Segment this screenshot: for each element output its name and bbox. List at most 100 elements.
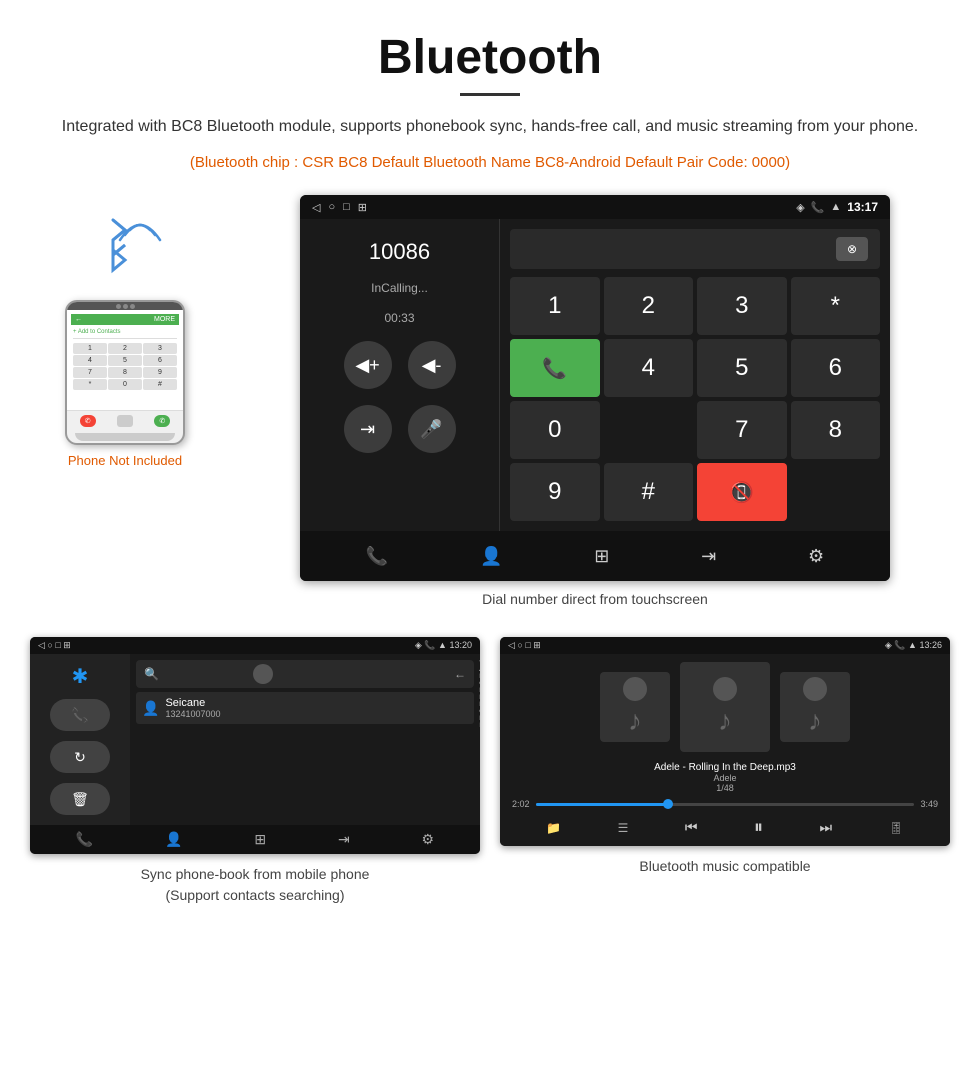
- phone-keypad: 1 2 3 4 5 6 7 8 9 * 0 #: [73, 343, 177, 390]
- phonebook-contact[interactable]: 👤 Seicane 13241007000: [136, 692, 474, 724]
- key-2[interactable]: 2: [604, 277, 694, 335]
- pb-nav-transfer[interactable]: ⇥: [338, 831, 350, 848]
- page-description: Integrated with BC8 Bluetooth module, su…: [60, 114, 920, 140]
- pb-menu-icon: ⊞: [63, 640, 71, 650]
- pb-loc-icon: ◈: [415, 640, 424, 650]
- key-5[interactable]: 5: [697, 339, 787, 397]
- back-arrow-icon: ◁: [312, 201, 320, 214]
- nav-phone-icon[interactable]: 📞: [366, 546, 388, 567]
- phone-bottom-bar: ✆ ✆: [67, 410, 183, 431]
- bluetooth-icon-area: [75, 205, 175, 285]
- music-album-area: ♪ ♪ ♪: [600, 662, 850, 752]
- backspace-btn[interactable]: ⊗: [836, 237, 868, 261]
- contact-info: Seicane 13241007000: [165, 697, 220, 719]
- dial-controls-row-2: ⇥ 🎤: [344, 405, 456, 453]
- phone-section: ← MORE + Add to Contacts 1 2 3 4 5 6 7 8: [30, 195, 220, 468]
- dial-android-screen: ◁ ○ □ ⊞ ◈ 📞 ▲ 13:17 10086 InCalling...: [300, 195, 890, 581]
- nav-transfer-icon[interactable]: ⇥: [701, 546, 716, 567]
- number-input-bar: ⊗: [510, 229, 880, 269]
- transfer-btn[interactable]: ⇥: [344, 405, 392, 453]
- status-left: ◁ ○ □ ⊞: [312, 201, 367, 214]
- dial-controls-row: ◀+ ◀-: [344, 341, 456, 389]
- phone-home-button: [75, 433, 175, 441]
- main-content: ← MORE + Add to Contacts 1 2 3 4 5 6 7 8: [0, 185, 980, 617]
- search-icon: 🔍: [144, 667, 159, 681]
- key-9[interactable]: 9: [510, 463, 600, 521]
- pb-nav-keypad[interactable]: ⊞: [254, 831, 266, 848]
- nav-contacts-icon[interactable]: 👤: [480, 546, 502, 567]
- album-art-left: ♪: [600, 672, 670, 742]
- music-note-main-icon: ♪: [718, 705, 732, 736]
- key-6[interactable]: 6: [791, 339, 881, 397]
- contact-number: 13241007000: [165, 709, 220, 719]
- music-current-time: 2:02: [512, 799, 530, 809]
- mu-menu-icon: ⊞: [533, 640, 541, 650]
- bluetooth-info: (Bluetooth chip : CSR BC8 Default Blueto…: [60, 150, 920, 176]
- key-8[interactable]: 8: [791, 401, 881, 459]
- dial-info-panel: 10086 InCalling... 00:33 ◀+ ◀- ⇥ 🎤: [300, 219, 500, 531]
- android-status-bar: ◁ ○ □ ⊞ ◈ 📞 ▲ 13:17: [300, 195, 890, 219]
- alphabet-list: * A B C D E F G H I: [479, 660, 480, 688]
- next-btn[interactable]: ⏭: [819, 819, 832, 836]
- call-button[interactable]: 📞: [510, 339, 600, 397]
- pb-nav-phone[interactable]: 📞: [76, 831, 93, 848]
- phonebook-sidebar: ✱ 📞 ↻ 🗑: [30, 654, 130, 825]
- music-track-count: 1/48: [654, 783, 796, 793]
- folder-icon[interactable]: 📁: [546, 821, 561, 835]
- phonebook-main: 🔍 ← * A B C D E F G H: [130, 654, 480, 825]
- pb-call-icon: 📞: [424, 640, 438, 650]
- music-controls: 📁 ☰ ⏮ ⏸ ⏭ 🎚: [508, 817, 942, 838]
- dial-screen-section: ◁ ○ □ ⊞ ◈ 📞 ▲ 13:17 10086 InCalling...: [240, 195, 950, 607]
- status-right: ◈ 📞 ▲ 13:17: [796, 200, 878, 214]
- bottom-screenshots: ◁ ○ □ ⊞ ◈ 📞 ▲ 13:20 ✱ 📞 ↻: [0, 617, 980, 926]
- previous-btn[interactable]: ⏮: [685, 819, 698, 836]
- phonebook-status-bar: ◁ ○ □ ⊞ ◈ 📞 ▲ 13:20: [30, 637, 480, 654]
- music-caption: Bluetooth music compatible: [639, 856, 810, 877]
- playlist-icon[interactable]: ☰: [618, 821, 629, 835]
- key-hash[interactable]: #: [604, 463, 694, 521]
- phone-contact-area: + Add to Contacts 1 2 3 4 5 6 7 8 9 * 0: [71, 325, 179, 398]
- bluetooth-sidebar-icon: ✱: [72, 664, 89, 689]
- music-note-right-icon: ♪: [808, 705, 822, 736]
- phonebook-body: ✱ 📞 ↻ 🗑 🔍 ← * A B C: [30, 654, 480, 825]
- phone-green-bar: ← MORE: [71, 314, 179, 325]
- mu-back-icon: ◁: [508, 640, 517, 650]
- key-4[interactable]: 4: [604, 339, 694, 397]
- delete-sidebar-btn[interactable]: 🗑: [50, 783, 110, 815]
- pb-back-icon: ◁: [38, 640, 47, 650]
- mu-loc-icon: ◈: [885, 640, 894, 650]
- mute-btn[interactable]: 🎤: [408, 405, 456, 453]
- album-art-main: ♪: [680, 662, 770, 752]
- music-title: Adele - Rolling In the Deep.mp3: [654, 762, 796, 773]
- status-time: 13:17: [847, 200, 878, 214]
- volume-down-btn[interactable]: ◀-: [408, 341, 456, 389]
- keypad-grid: 1 2 3 * 📞 4 5 6 0 7 8 9 # 📵: [510, 277, 880, 521]
- call-status: InCalling...: [371, 281, 428, 295]
- music-progress-track[interactable]: [536, 803, 915, 806]
- sync-sidebar-btn[interactable]: ↻: [50, 741, 110, 773]
- end-call-button[interactable]: 📵: [697, 463, 787, 521]
- pause-btn[interactable]: ⏸: [754, 817, 763, 838]
- music-artist: Adele: [654, 773, 796, 783]
- key-3[interactable]: 3: [697, 277, 787, 335]
- nav-settings-icon[interactable]: ⚙: [808, 546, 824, 567]
- dial-body: 10086 InCalling... 00:33 ◀+ ◀- ⇥ 🎤 ⊗: [300, 219, 890, 531]
- pb-nav-contacts[interactable]: 👤: [165, 831, 182, 848]
- key-7[interactable]: 7: [697, 401, 787, 459]
- phone-call-sidebar-btn[interactable]: 📞: [50, 699, 110, 731]
- page-header: Bluetooth Integrated with BC8 Bluetooth …: [0, 0, 980, 185]
- contact-avatar-icon: 👤: [142, 700, 159, 717]
- phonebook-block: ◁ ○ □ ⊞ ◈ 📞 ▲ 13:20 ✱ 📞 ↻: [30, 637, 480, 906]
- dial-number: 10086: [369, 239, 430, 265]
- key-1[interactable]: 1: [510, 277, 600, 335]
- volume-up-btn[interactable]: ◀+: [344, 341, 392, 389]
- equalizer-icon[interactable]: 🎚: [889, 821, 904, 835]
- contact-name: Seicane: [165, 697, 220, 709]
- location-icon: ◈: [796, 201, 804, 214]
- key-star[interactable]: *: [791, 277, 881, 335]
- key-0[interactable]: 0: [510, 401, 600, 459]
- page-title: Bluetooth: [60, 30, 920, 85]
- wifi-icon: ▲: [830, 201, 841, 213]
- pb-nav-settings[interactable]: ⚙: [422, 831, 435, 848]
- nav-keypad-icon[interactable]: ⊞: [594, 546, 609, 567]
